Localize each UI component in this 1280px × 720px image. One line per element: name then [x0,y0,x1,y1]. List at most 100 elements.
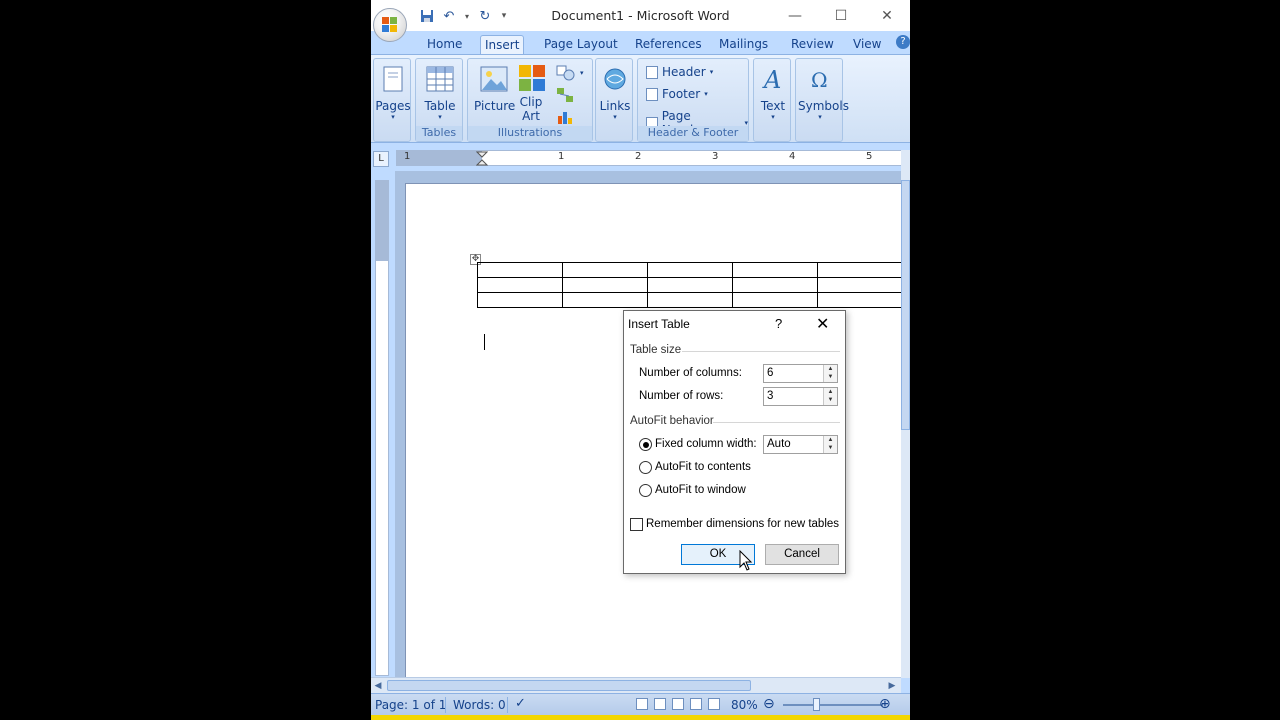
table-cell[interactable] [732,292,818,308]
outline-icon[interactable] [690,698,702,710]
rows-value[interactable]: 3 [767,390,773,402]
zoom-slider-thumb[interactable] [813,698,820,711]
minimize-icon[interactable]: — [772,0,818,31]
table-cell[interactable] [562,262,648,278]
table-cell[interactable] [562,292,648,308]
table-cell[interactable] [732,262,818,278]
tab-selector-icon[interactable]: L [373,151,389,167]
smartart-button[interactable] [556,87,574,103]
table-cell[interactable] [562,277,648,293]
footer-label: Footer [662,87,701,101]
table-cell[interactable] [477,277,563,293]
office-button[interactable] [373,8,407,42]
table-cell[interactable] [477,292,563,308]
tab-home[interactable]: Home [423,35,466,55]
fixed-width-spinbox[interactable]: Auto ▲ ▼ [763,435,838,454]
pages-button[interactable]: Pages ▾ [375,63,411,121]
columns-spin-arrows-icon[interactable]: ▲ ▼ [823,365,837,382]
table-cell[interactable] [732,277,818,293]
status-bar: Page: 1 of 1 Words: 0 ✓ 80% ⊖ ⊕ [371,693,910,715]
scroll-right-icon[interactable]: ▶ [885,679,899,693]
autofit-window-label[interactable]: AutoFit to window [655,484,746,496]
chart-button[interactable] [556,109,574,125]
help-button[interactable]: ? [775,316,782,331]
autofit-contents-radio[interactable] [639,461,652,474]
fixed-width-label[interactable]: Fixed column width: [655,438,757,450]
fixed-width-spin-arrows-icon[interactable]: ▲ ▼ [823,436,837,453]
cancel-button[interactable]: Cancel [765,544,839,565]
rows-spinbox[interactable]: 3 ▲ ▼ [763,387,838,406]
table-icon [424,63,456,95]
maximize-icon[interactable]: ☐ [818,0,864,31]
close-icon[interactable]: ✕ [864,0,910,31]
table-cell[interactable] [647,277,733,293]
table-cell[interactable] [817,292,901,308]
rows-label: Number of rows: [639,390,724,402]
dialog-title: Insert Table [628,317,690,331]
pages-dropdown-icon: ▾ [391,113,395,121]
print-layout-icon[interactable] [636,698,648,710]
fixed-width-value[interactable]: Auto [767,438,791,450]
ruler-number: 4 [789,151,796,162]
columns-value[interactable]: 6 [767,367,773,379]
vertical-ruler[interactable] [375,180,389,676]
divider [445,697,446,713]
links-button[interactable]: Links ▾ [597,63,633,121]
scroll-left-icon[interactable]: ◀ [371,679,385,693]
close-icon[interactable]: ✕ [816,314,829,334]
group-header-footer: Header ▾ Footer ▾ Page Number ▾ Header &… [637,58,749,142]
remember-dimensions-checkbox[interactable] [630,518,643,531]
picture-button[interactable]: Picture [474,63,515,113]
table-cell[interactable] [647,262,733,278]
zoom-slider[interactable] [783,704,883,706]
text-button[interactable]: A Text ▾ [755,63,791,121]
omega-icon: Ω [804,63,836,95]
table-cell[interactable] [817,262,901,278]
autofit-contents-label[interactable]: AutoFit to contents [655,461,751,473]
web-layout-icon[interactable] [672,698,684,710]
remember-dimensions-label[interactable]: Remember dimensions for new tables [646,518,839,530]
autofit-heading: AutoFit behavior [630,415,714,427]
tab-view[interactable]: View [849,35,885,55]
clip-art-button[interactable]: Clip Art [516,63,546,123]
horizontal-scrollbar[interactable]: ◀ ▶ [371,677,901,693]
full-screen-reading-icon[interactable] [654,698,666,710]
zoom-out-icon[interactable]: ⊖ [763,696,775,712]
rows-spin-arrows-icon[interactable]: ▲ ▼ [823,388,837,405]
links-icon [599,63,631,95]
proofing-icon[interactable]: ✓ [515,696,526,711]
fixed-width-radio[interactable] [639,438,652,451]
symbols-button[interactable]: Ω Symbols ▾ [798,63,849,121]
text-dropdown-icon: ▾ [771,113,775,121]
horizontal-scroll-thumb[interactable] [387,680,751,691]
autofit-window-radio[interactable] [639,484,652,497]
vertical-scroll-thumb[interactable] [901,180,910,430]
table-button[interactable]: Table ▾ [420,63,460,121]
tab-references[interactable]: References [631,35,706,55]
indent-marker-icon[interactable] [476,151,488,166]
footer-button[interactable]: Footer ▾ [646,87,708,101]
columns-spinbox[interactable]: 6 ▲ ▼ [763,364,838,383]
document-table[interactable] [477,262,901,308]
tab-insert[interactable]: Insert [480,35,525,55]
group-symbols: Ω Symbols ▾ [795,58,849,142]
tab-page-layout[interactable]: Page Layout [540,35,622,55]
table-cell[interactable] [817,277,901,293]
word-count[interactable]: Words: 0 [453,698,506,712]
table-row [477,292,901,308]
svg-text:Ω: Ω [811,68,828,92]
draft-icon[interactable] [708,698,720,710]
header-button[interactable]: Header ▾ [646,65,713,79]
tab-review[interactable]: Review [787,35,838,55]
window-controls: — ☐ ✕ [772,0,910,31]
help-icon[interactable]: ? [896,35,910,49]
tab-mailings[interactable]: Mailings [715,35,772,55]
table-cell[interactable] [647,292,733,308]
vertical-scrollbar[interactable] [901,150,910,678]
table-cell[interactable] [477,262,563,278]
zoom-level[interactable]: 80% [731,698,758,712]
horizontal-ruler[interactable]: 1 1 2 3 4 5 [396,150,902,166]
page-count[interactable]: Page: 1 of 1 [375,698,446,712]
zoom-in-icon[interactable]: ⊕ [879,696,891,712]
shapes-button[interactable]: ▾ [556,65,584,81]
